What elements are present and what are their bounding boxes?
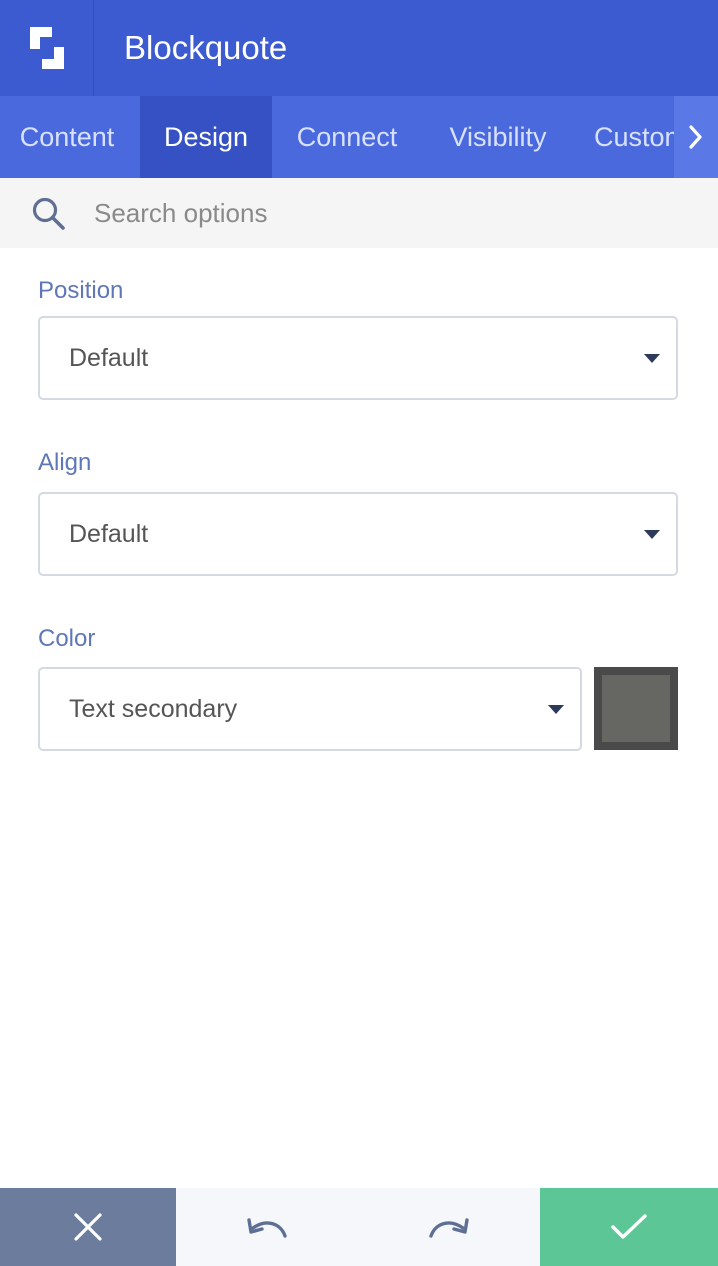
chevron-right-icon [689,125,702,149]
align-select[interactable]: Default [38,492,678,576]
color-label: Color [38,625,96,652]
tab-design[interactable]: Design [140,96,272,178]
checkmark-icon [611,1214,647,1239]
color-swatch-preview [602,675,670,742]
undo-icon [247,1218,287,1238]
color-swatch-button[interactable] [594,667,678,750]
footer-actions [0,1188,718,1266]
redo-button[interactable] [358,1188,540,1266]
panel-header: Blockquote [0,0,718,96]
redo-icon [429,1218,469,1238]
tab-content[interactable]: Content [0,96,134,178]
position-select-value: Default [69,343,149,372]
align-label: Align [38,449,92,476]
tab-visibility[interactable]: Visibility [424,96,572,178]
color-select-value: Text secondary [69,694,238,723]
element-editor-panel: Blockquote Content Design Connect Visibi… [0,0,718,1266]
panel-title: Blockquote [124,29,288,66]
position-label: Position [38,277,124,304]
caret-down-icon [548,705,564,714]
tab-scroll-right-button[interactable] [674,96,718,178]
align-select-value: Default [69,519,149,548]
confirm-button[interactable] [540,1188,718,1266]
caret-down-icon [644,354,660,363]
tab-bar: Content Design Connect Visibility Custom [0,96,718,178]
yootheme-logo-icon [29,27,64,69]
position-select[interactable]: Default [38,316,678,400]
tab-connect[interactable]: Connect [272,96,422,178]
cancel-button[interactable] [0,1188,176,1266]
logo-button[interactable] [0,0,94,96]
close-icon [74,1213,102,1241]
search-bar [0,178,718,248]
search-icon [32,197,65,230]
color-select[interactable]: Text secondary [38,667,582,751]
undo-button[interactable] [176,1188,358,1266]
caret-down-icon [644,530,660,539]
search-input[interactable] [94,197,654,229]
